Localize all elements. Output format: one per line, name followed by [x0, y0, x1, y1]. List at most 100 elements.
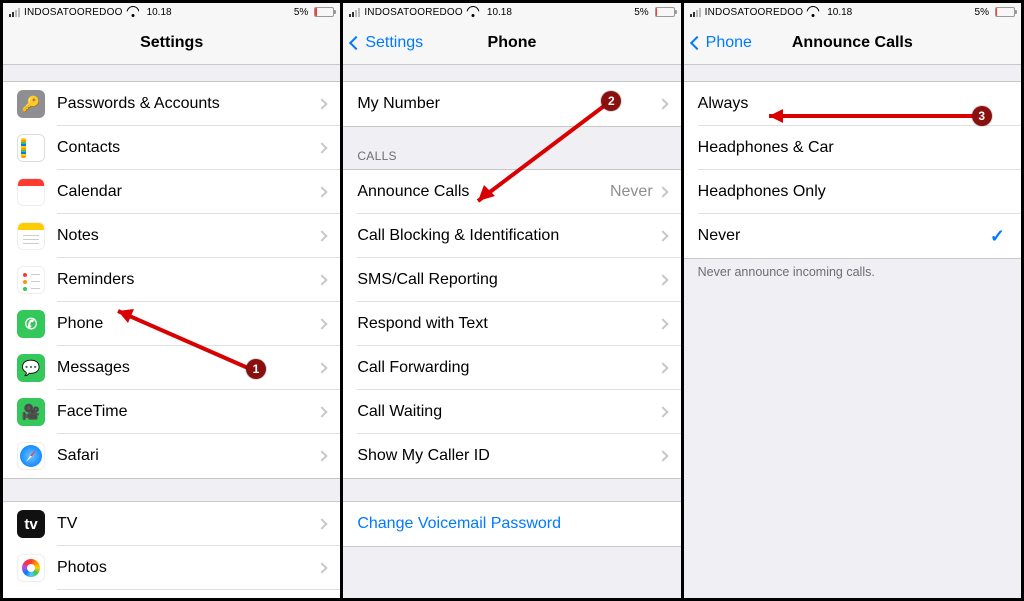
option-headphones-car[interactable]: Headphones & Car — [684, 126, 1021, 170]
row-label: Safari — [57, 447, 318, 465]
back-button[interactable]: Phone — [688, 21, 756, 64]
option-label: Headphones Only — [698, 183, 1009, 201]
row-label: TV — [57, 515, 318, 533]
battery-percent: 5% — [975, 7, 989, 18]
safari-icon — [17, 442, 45, 470]
chevron-right-icon — [657, 274, 668, 285]
screen-announce-calls: INDOSATOOREDOO 10.18 5% Phone Announce C… — [681, 3, 1021, 598]
row-label: Change Voicemail Password — [357, 515, 668, 533]
row-label: My Number — [357, 95, 658, 113]
key-icon: 🔑 — [17, 90, 45, 118]
settings-row-phone[interactable]: ✆ Phone — [3, 302, 340, 346]
photos-icon — [17, 554, 45, 582]
chevron-right-icon — [657, 362, 668, 373]
status-bar: INDOSATOOREDOO 10.18 5% — [3, 3, 340, 21]
wifi-icon — [467, 8, 479, 17]
settings-row-safari[interactable]: Safari — [3, 434, 340, 478]
row-sms-call-reporting[interactable]: SMS/Call Reporting — [343, 258, 680, 302]
ft-icon: 🎥 — [17, 398, 45, 426]
settings-row-messages[interactable]: 💬 Messages — [3, 346, 340, 390]
chevron-right-icon — [317, 362, 328, 373]
status-bar: INDOSATOOREDOO 10.18 5% — [684, 3, 1021, 21]
settings-row-reminders[interactable]: Reminders — [3, 258, 340, 302]
checkmark-icon: ✓ — [990, 226, 1005, 247]
battery-icon — [655, 7, 675, 17]
rem-icon — [17, 266, 45, 294]
settings-row-facetime[interactable]: 🎥 FaceTime — [3, 390, 340, 434]
signal-icon — [9, 8, 20, 17]
row-label: FaceTime — [57, 403, 318, 421]
nav-bar: Settings — [3, 21, 340, 65]
chevron-right-icon — [657, 98, 668, 109]
row-label: Messages — [57, 359, 318, 377]
row-label: SMS/Call Reporting — [357, 271, 658, 289]
row-show-my-caller-id[interactable]: Show My Caller ID — [343, 434, 680, 478]
settings-row-notes[interactable]: Notes — [3, 214, 340, 258]
battery-percent: 5% — [634, 7, 648, 18]
chevron-right-icon — [317, 518, 328, 529]
row-respond-with-text[interactable]: Respond with Text — [343, 302, 680, 346]
row-label: Photos — [57, 559, 318, 577]
option-never[interactable]: Never✓ — [684, 214, 1021, 258]
row-call-forwarding[interactable]: Call Forwarding — [343, 346, 680, 390]
battery-icon — [995, 7, 1015, 17]
msg-icon: 💬 — [17, 354, 45, 382]
chevron-right-icon — [317, 562, 328, 573]
carrier-label: INDOSATOOREDOO — [364, 7, 463, 18]
settings-row-tv[interactable]: tv TV — [3, 502, 340, 546]
chevron-right-icon — [657, 230, 668, 241]
row-label: Calendar — [57, 183, 318, 201]
carrier-label: INDOSATOOREDOO — [24, 7, 123, 18]
section-footer: Never announce incoming calls. — [684, 259, 1021, 279]
back-label: Settings — [365, 34, 423, 52]
status-time: 10.18 — [147, 7, 172, 18]
chevron-right-icon — [657, 450, 668, 461]
contacts-icon — [17, 134, 45, 162]
row-label: Notes — [57, 227, 318, 245]
option-always[interactable]: Always — [684, 82, 1021, 126]
carrier-label: INDOSATOOREDOO — [705, 7, 804, 18]
row-label: Announce Calls — [357, 183, 610, 201]
row-label: Respond with Text — [357, 315, 658, 333]
row-call-blocking-identification[interactable]: Call Blocking & Identification — [343, 214, 680, 258]
phone-icon: ✆ — [17, 310, 45, 338]
chevron-right-icon — [317, 230, 328, 241]
wifi-icon — [807, 8, 819, 17]
battery-percent: 5% — [294, 7, 308, 18]
chevron-right-icon — [317, 406, 328, 417]
settings-row-contacts[interactable]: Contacts — [3, 126, 340, 170]
option-headphones-only[interactable]: Headphones Only — [684, 170, 1021, 214]
row-label: Phone — [57, 315, 318, 333]
signal-icon — [349, 8, 360, 17]
row-label: Passwords & Accounts — [57, 95, 318, 113]
chevron-right-icon — [317, 142, 328, 153]
settings-row-camera[interactable]: 📷Camera — [3, 590, 340, 598]
row-change-voicemail-password[interactable]: Change Voicemail Password — [343, 502, 680, 546]
chevron-right-icon — [657, 318, 668, 329]
chevron-right-icon — [317, 274, 328, 285]
screen-phone-settings: INDOSATOOREDOO 10.18 5% Settings Phone M… — [340, 3, 680, 598]
chevron-left-icon — [349, 35, 363, 49]
chevron-right-icon — [657, 186, 668, 197]
battery-icon — [314, 7, 334, 17]
section-header-calls: CALLS — [343, 149, 680, 169]
settings-row-calendar[interactable]: Calendar — [3, 170, 340, 214]
page-title: Settings — [140, 34, 203, 52]
settings-row-passwords-accounts[interactable]: 🔑 Passwords & Accounts — [3, 82, 340, 126]
cal-icon — [17, 178, 45, 206]
row-label: Call Waiting — [357, 403, 658, 421]
chevron-right-icon — [317, 98, 328, 109]
chevron-left-icon — [690, 35, 704, 49]
row-announce-calls[interactable]: Announce CallsNever — [343, 170, 680, 214]
back-button[interactable]: Settings — [347, 21, 427, 64]
settings-row-photos[interactable]: Photos — [3, 546, 340, 590]
row-call-waiting[interactable]: Call Waiting — [343, 390, 680, 434]
status-time: 10.18 — [827, 7, 852, 18]
settings-list-1: 🔑 Passwords & Accounts Contacts Calendar Not… — [3, 81, 340, 479]
status-time: 10.18 — [487, 7, 512, 18]
row-my-number[interactable]: My Number — [343, 82, 680, 126]
chevron-right-icon — [657, 406, 668, 417]
tv-icon: tv — [17, 510, 45, 538]
row-label: Reminders — [57, 271, 318, 289]
nav-bar: Phone Announce Calls — [684, 21, 1021, 65]
